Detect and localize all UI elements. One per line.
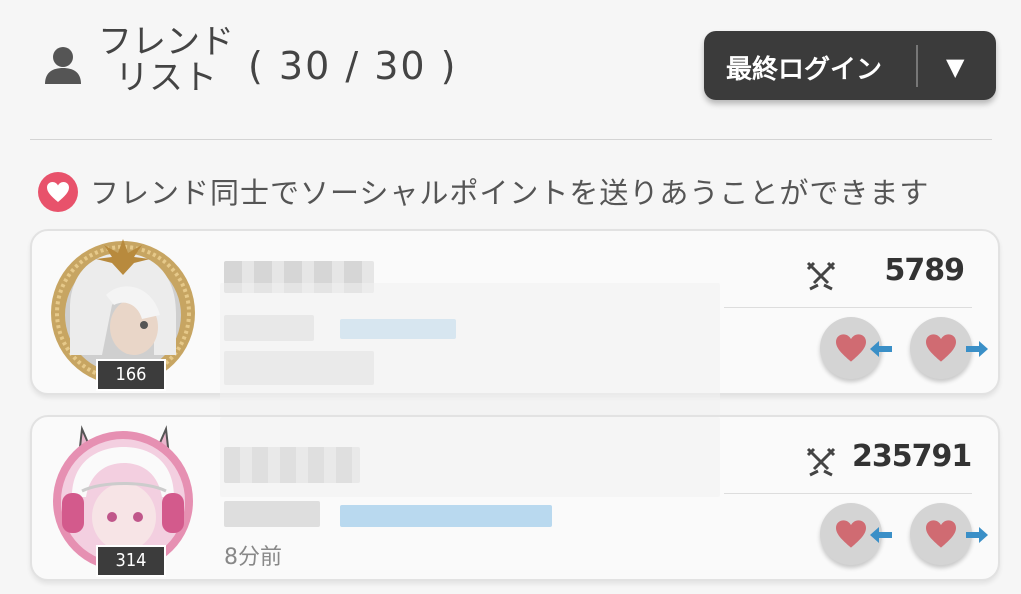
swords-icon [806,447,836,477]
arrow-left-icon [870,341,892,357]
arrow-right-icon [966,527,988,543]
heart-icon [926,520,956,548]
sort-label: 最終ログイン [726,55,883,85]
title-line-1: フレンド [98,22,234,62]
user-icon [45,47,81,84]
arrow-left-icon [870,527,892,543]
sort-divider [916,45,918,87]
swords-icon [806,261,836,291]
friend-list-header: フレンド リスト ( 30 / 30 ) 最終ログイン ▼ [0,0,1021,140]
level-badge: 314 [96,545,166,577]
blurred-overlay [220,283,720,419]
chevron-down-icon: ▼ [946,53,965,81]
blurred-id [340,505,552,527]
send-heart-button[interactable] [910,503,988,565]
receive-heart-button[interactable] [820,317,892,379]
sort-dropdown-button[interactable]: 最終ログイン ▼ [704,31,996,100]
blurred-info [224,501,320,527]
heart-icon [836,334,866,362]
notice-text: フレンド同士でソーシャルポイントを送りあうことができます [90,176,930,210]
title-line-2: リスト [115,58,217,98]
send-heart-button[interactable] [910,317,988,379]
heart-icon [926,334,956,362]
header-divider [30,139,992,140]
page-title: フレンド リスト [98,24,234,96]
receive-heart-button[interactable] [820,503,892,565]
arrow-right-icon [966,341,988,357]
combat-power: 5789 [884,253,966,288]
combat-power: 235791 [852,439,972,474]
friend-count: ( 30 / 30 ) [248,44,458,88]
heart-icon [836,520,866,548]
friend-card[interactable]: 166 5789 [30,229,1000,419]
blurred-overlay [220,417,720,497]
friend-card[interactable]: 314 8分前 235791 [30,415,1000,581]
level-badge: 166 [96,359,166,391]
heart-icon [38,172,78,212]
stat-divider [724,493,972,494]
last-login-time: 8分前 [224,545,282,570]
stat-divider [724,307,972,308]
